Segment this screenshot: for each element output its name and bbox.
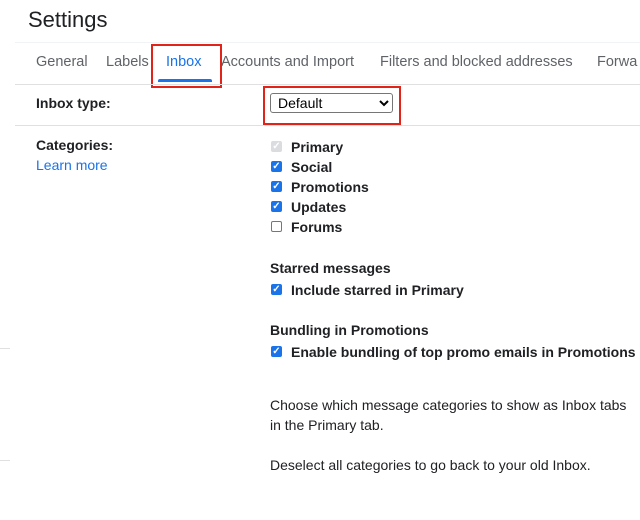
checkbox-promotions[interactable]: ✓ [271, 181, 282, 192]
checkbox-social[interactable]: ✓ [271, 161, 282, 172]
tab-filters[interactable]: Filters and blocked addresses [380, 54, 573, 70]
page-title: Settings [28, 7, 108, 32]
enable-bundling-label[interactable]: Enable bundling of top promo emails in P… [291, 344, 636, 360]
bundling-heading: Bundling in Promotions [270, 322, 429, 338]
category-label-updates[interactable]: Updates [291, 199, 346, 215]
tab-general[interactable]: General [36, 54, 88, 70]
starred-heading: Starred messages [270, 260, 391, 276]
highlight-box-inbox-type [263, 86, 401, 125]
left-edge-divider [0, 460, 10, 461]
inbox-type-label: Inbox type: [36, 95, 111, 111]
categories-label: Categories: [36, 137, 114, 153]
checkbox-updates[interactable]: ✓ [271, 201, 282, 212]
include-starred-label[interactable]: Include starred in Primary [291, 282, 464, 298]
tab-forwarding[interactable]: Forwa [597, 54, 637, 70]
tab-accounts-and-import[interactable]: Accounts and Import [221, 54, 354, 70]
left-edge-divider [0, 348, 10, 349]
help-text-line-2: in the Primary tab. [270, 417, 384, 433]
checkbox-primary: ✓ [271, 141, 282, 152]
checkbox-forums[interactable] [271, 221, 282, 232]
highlight-box-inbox-tab [151, 44, 222, 88]
learn-more-link[interactable]: Learn more [36, 157, 108, 173]
category-label-social[interactable]: Social [291, 159, 332, 175]
category-label-promotions[interactable]: Promotions [291, 179, 369, 195]
header-divider [15, 42, 640, 43]
help-text-deselect: Deselect all categories to go back to yo… [270, 457, 591, 473]
checkbox-enable-bundling[interactable]: ✓ [271, 346, 282, 357]
tab-labels[interactable]: Labels [106, 54, 149, 70]
row-divider [15, 125, 640, 126]
tabs-divider [15, 84, 640, 85]
checkbox-include-starred[interactable]: ✓ [271, 284, 282, 295]
category-label-primary: Primary [291, 139, 344, 155]
category-label-forums[interactable]: Forums [291, 219, 342, 235]
help-text-line-1: Choose which message categories to show … [270, 397, 627, 413]
